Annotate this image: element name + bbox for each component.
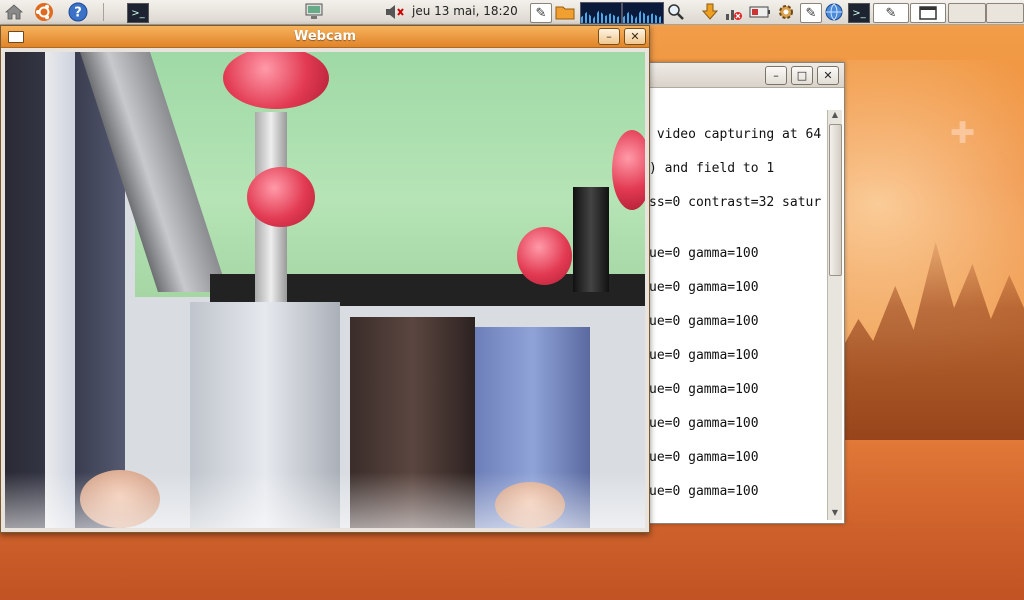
top-panel: ? >_ jeu 13 mai, 18:20 ✎ ✎ >_ ✎: [0, 0, 1024, 25]
scroll-down-arrow-icon[interactable]: ▼: [828, 508, 842, 520]
feed-light-strip: [45, 52, 75, 528]
terminal-titlebar[interactable]: – □ ✕: [647, 63, 844, 88]
globe-icon[interactable]: [823, 2, 845, 22]
taskbar-notes-button[interactable]: ✎: [873, 3, 909, 23]
feed-lamp: [517, 227, 572, 285]
settings-gear-icon[interactable]: [776, 2, 796, 22]
terminal-line: ue=0 gamma=100: [649, 416, 759, 431]
notes-icon[interactable]: ✎: [530, 3, 552, 23]
terminal-scrollbar[interactable]: ▲ ▼: [827, 110, 842, 520]
workspace-2[interactable]: [986, 3, 1024, 23]
terminal-output[interactable]: video capturing at 64 ) and field to 1 s…: [647, 110, 825, 520]
terminal-line: ue=0 gamma=100: [649, 280, 759, 295]
panel-separator: [103, 3, 104, 21]
scroll-up-arrow-icon[interactable]: ▲: [828, 110, 842, 122]
scrollbar-thumb[interactable]: [829, 124, 842, 276]
signal-error-icon[interactable]: [724, 2, 744, 22]
ubuntu-logo-icon[interactable]: [33, 2, 55, 22]
terminal-window[interactable]: – □ ✕ video capturing at 64 ) and field …: [646, 62, 845, 524]
terminal-launcher-icon[interactable]: >_: [848, 3, 870, 23]
webcam-minimize-button[interactable]: –: [598, 28, 620, 45]
terminal-line: ue=0 gamma=100: [649, 246, 759, 261]
panel-clock[interactable]: jeu 13 mai, 18:20: [412, 4, 518, 18]
feed-lamp: [612, 130, 645, 210]
terminal-line: ue=0 gamma=100: [649, 382, 759, 397]
webcam-window[interactable]: Webcam – ✕: [0, 25, 650, 533]
taskbar-window-button[interactable]: [910, 3, 946, 23]
desktop-plus-icon: ✚: [950, 116, 976, 151]
feed-lamp: [247, 167, 315, 227]
svg-text:?: ?: [74, 6, 82, 21]
home-icon[interactable]: [3, 2, 25, 22]
cpu-monitor-graph[interactable]: [580, 2, 622, 24]
network-icon[interactable]: [303, 2, 325, 22]
battery-icon[interactable]: [748, 2, 772, 22]
help-icon[interactable]: ?: [67, 2, 89, 22]
terminal-line: ue=0 gamma=100: [649, 348, 759, 363]
terminal-minimize-button[interactable]: –: [765, 66, 787, 85]
webcam-close-button[interactable]: ✕: [624, 28, 646, 45]
folder-icon[interactable]: [554, 2, 576, 22]
network-monitor-graph[interactable]: [622, 2, 664, 24]
terminal-line: ue=0 gamma=100: [649, 450, 759, 465]
feed-dark-stem: [573, 187, 609, 292]
terminal-line: video capturing at 64: [649, 127, 822, 142]
text-editor-icon[interactable]: ✎: [800, 3, 822, 23]
terminal-line: ue=0 gamma=100: [649, 484, 759, 499]
webcam-window-title: Webcam: [293, 29, 357, 44]
terminal-line: ue=0 gamma=100: [649, 314, 759, 329]
terminal-icon[interactable]: >_: [127, 3, 149, 23]
terminal-line: ss=0 contrast=32 satur: [649, 195, 822, 210]
download-arrow-icon[interactable]: [700, 2, 720, 22]
terminal-maximize-button[interactable]: □: [791, 66, 813, 85]
feed-floor: [5, 472, 645, 528]
webcam-video-feed: [5, 52, 645, 528]
webcam-titlebar[interactable]: Webcam – ✕: [1, 26, 649, 48]
magnifier-icon[interactable]: [665, 2, 687, 22]
terminal-line: ) and field to 1: [649, 161, 775, 176]
volume-muted-icon[interactable]: [383, 2, 407, 22]
terminal-close-button[interactable]: ✕: [817, 66, 839, 85]
workspace-1[interactable]: [948, 3, 986, 23]
